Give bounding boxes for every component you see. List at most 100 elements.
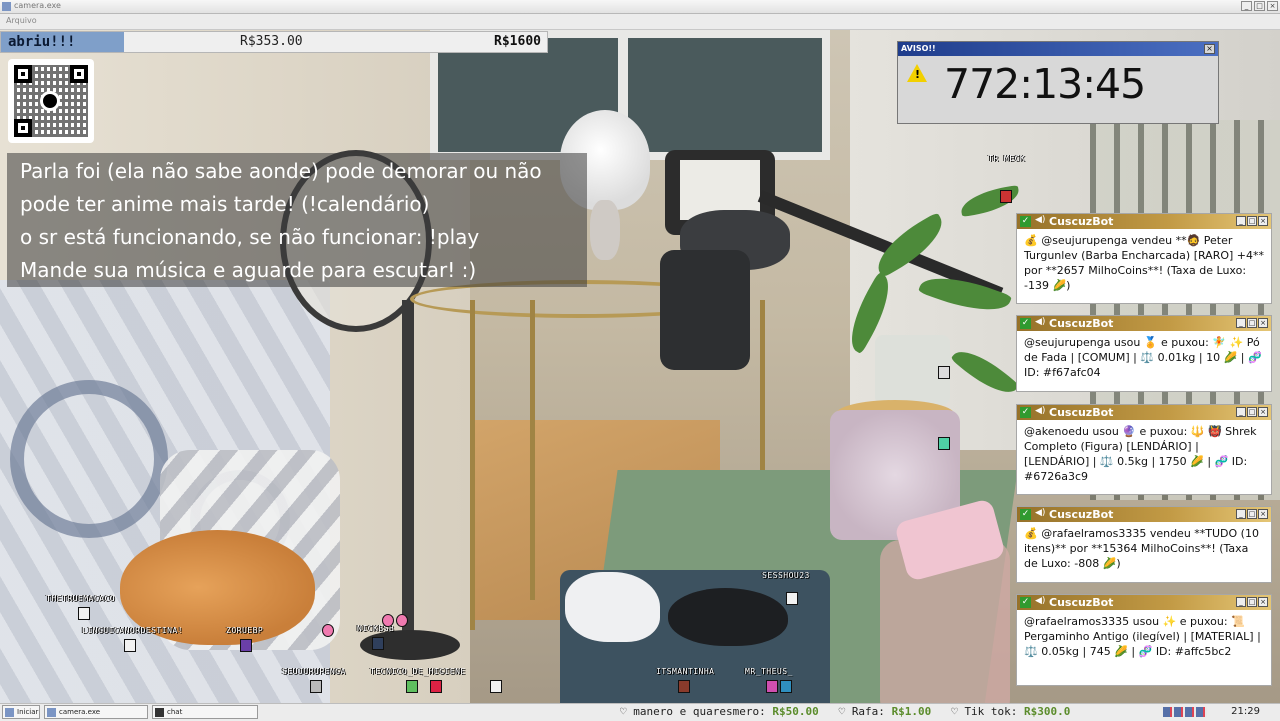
heart-icon: ♡ — [951, 705, 965, 718]
bot-card-header: ✓ ◀) CuscuzBot _ □ × — [1017, 316, 1271, 331]
bot-message-card: ✓ ◀) CuscuzBot _ □ × 💰 @rafaelramos3335 ve… — [1016, 506, 1272, 583]
avatar-name: TR MECK — [988, 154, 1026, 163]
taskbar: Iniciar camera.exe chat ♡ manero e quare… — [0, 703, 1280, 721]
warning-mark: ! — [915, 68, 921, 81]
speaker-icon: ◀) — [1035, 215, 1046, 225]
qr-finder — [70, 65, 88, 83]
avatar-name: SEUJURUPENGA — [282, 667, 346, 676]
task-label: chat — [167, 708, 183, 716]
maximize-button[interactable]: □ — [1247, 407, 1257, 417]
avatar-name: TECNICO_DE_HIGIENE — [370, 667, 466, 676]
minimize-button[interactable]: _ — [1236, 216, 1246, 226]
stream-notice: Parla foi (ela não sabe aonde) pode demo… — [7, 153, 587, 287]
notice-line: o sr está funcionando, se não funcionar:… — [20, 225, 480, 249]
bot-name: CuscuzBot — [1049, 215, 1114, 228]
menu-arquivo[interactable]: Arquivo — [6, 16, 37, 25]
bot-message: @seujurupenga usou 🏅 e puxou: 🧚 ✨ Pó de … — [1024, 336, 1262, 379]
avatar-sprite — [678, 680, 690, 693]
speaker-icon: ◀) — [1035, 317, 1046, 327]
qr-code — [8, 59, 94, 143]
goal-amount: R$1600 — [494, 34, 541, 49]
menu-bar: Arquivo — [0, 14, 1280, 30]
avatar-sprite — [78, 607, 90, 620]
notice-line: Mande sua música e aguarde para escutar!… — [20, 258, 477, 282]
avatar-sprite — [406, 680, 418, 693]
avatar-name: ZORUEBP — [226, 626, 264, 635]
maximize-button[interactable]: □ — [1247, 216, 1257, 226]
bot-card-header: ✓ ◀) CuscuzBot _ □ × — [1017, 595, 1271, 610]
close-button[interactable]: × — [1258, 509, 1268, 519]
status-label: abriu!!! — [1, 32, 124, 52]
bot-name: CuscuzBot — [1049, 508, 1114, 521]
task-chat[interactable]: chat — [152, 705, 258, 719]
heart-icon — [322, 624, 334, 637]
bot-card-header: ✓ ◀) CuscuzBot _ □ × — [1017, 507, 1271, 522]
bot-message: 💰 @seujurupenga vendeu **🧔 Peter Turgunl… — [1024, 234, 1265, 292]
close-button[interactable]: × — [1258, 216, 1268, 226]
avatar-sprite — [430, 680, 442, 693]
bot-message: 💰 @rafaelramos3335 vendeu **TUDO (10 ite… — [1024, 527, 1259, 570]
notice-line: Parla foi (ela não sabe aonde) pode demo… — [20, 159, 542, 183]
task-camera[interactable]: camera.exe — [44, 705, 148, 719]
avatar-sprite — [240, 639, 252, 652]
speaker-icon: ◀) — [1035, 596, 1046, 606]
speaker-icon: ◀) — [1035, 508, 1046, 518]
close-button[interactable]: × — [1258, 597, 1268, 607]
avatar-name: ITSMANTINHA — [656, 667, 715, 676]
maximize-button[interactable]: □ — [1247, 509, 1257, 519]
taskbar-clock: 21:29 — [1231, 706, 1260, 717]
avatar-sprite — [766, 680, 778, 693]
bot-card-header: ✓ ◀) CuscuzBot _ □ × — [1017, 214, 1271, 229]
timer-close-button[interactable]: × — [1204, 44, 1215, 54]
camera-app-icon — [47, 708, 56, 717]
speaker-icon: ◀) — [1035, 406, 1046, 416]
lamp-base — [590, 200, 620, 260]
computer-mouse — [668, 588, 788, 646]
microphone — [660, 250, 750, 370]
close-button[interactable]: × — [1258, 407, 1268, 417]
bot-message-card: ✓ ◀) CuscuzBot _ □ × @rafaelramos3335 usou… — [1016, 594, 1272, 686]
donor-amount: R$300.0 — [1024, 705, 1071, 718]
minimize-button[interactable]: _ — [1241, 1, 1252, 11]
qr-logo — [40, 91, 60, 111]
heart-icon — [396, 614, 408, 627]
bot-message: @rafaelramos3335 usou ✨ e puxou: 📜 Perga… — [1024, 615, 1261, 658]
check-icon: ✓ — [1020, 407, 1031, 418]
close-button[interactable]: × — [1267, 1, 1278, 11]
minimize-button[interactable]: _ — [1236, 318, 1246, 328]
window-titlebar[interactable]: camera.exe _ □ × — [0, 0, 1280, 14]
avatar-name: MR_THEUS_ — [745, 667, 793, 676]
donor-amount: R$1.00 — [891, 705, 932, 718]
table-leg — [470, 300, 475, 630]
minimize-button[interactable]: _ — [1236, 597, 1246, 607]
avatar-sprite — [1000, 190, 1012, 203]
task-label: camera.exe — [59, 708, 101, 716]
system-tray-icons[interactable] — [1163, 707, 1207, 717]
avatar-sprite — [310, 680, 322, 693]
fan-stand — [402, 300, 414, 650]
qr-finder — [14, 119, 32, 137]
window-controls: _ □ × — [1241, 1, 1278, 11]
close-button[interactable]: × — [1258, 318, 1268, 328]
avatar-name: THETRUEMACACO — [46, 594, 116, 603]
avatar-sprite — [786, 592, 798, 605]
avatar-name: SESSHOU23 — [762, 571, 810, 580]
maximize-button[interactable]: □ — [1247, 597, 1257, 607]
app-icon — [2, 2, 11, 11]
check-icon: ✓ — [1020, 597, 1031, 608]
bot-name: CuscuzBot — [1049, 317, 1114, 330]
minimize-button[interactable]: _ — [1236, 509, 1246, 519]
sun-pattern — [10, 380, 168, 538]
donor-amount: R$50.00 — [772, 705, 819, 718]
start-label: Iniciar — [17, 708, 39, 716]
heart-icon — [382, 614, 394, 627]
avatar-sprite — [780, 680, 792, 693]
maximize-button[interactable]: □ — [1247, 318, 1257, 328]
notice-line: pode ter anime mais tarde! (!calendário) — [20, 192, 430, 216]
maximize-button[interactable]: □ — [1254, 1, 1265, 11]
countdown-window: AVISO!! × ! 772:13:45 — [897, 41, 1219, 124]
window-title: camera.exe — [14, 1, 61, 10]
donation-ticker: ♡ manero e quaresmero: R$50.00 ♡ Rafa: R… — [620, 705, 1070, 718]
start-button[interactable]: Iniciar — [2, 705, 40, 719]
minimize-button[interactable]: _ — [1236, 407, 1246, 417]
